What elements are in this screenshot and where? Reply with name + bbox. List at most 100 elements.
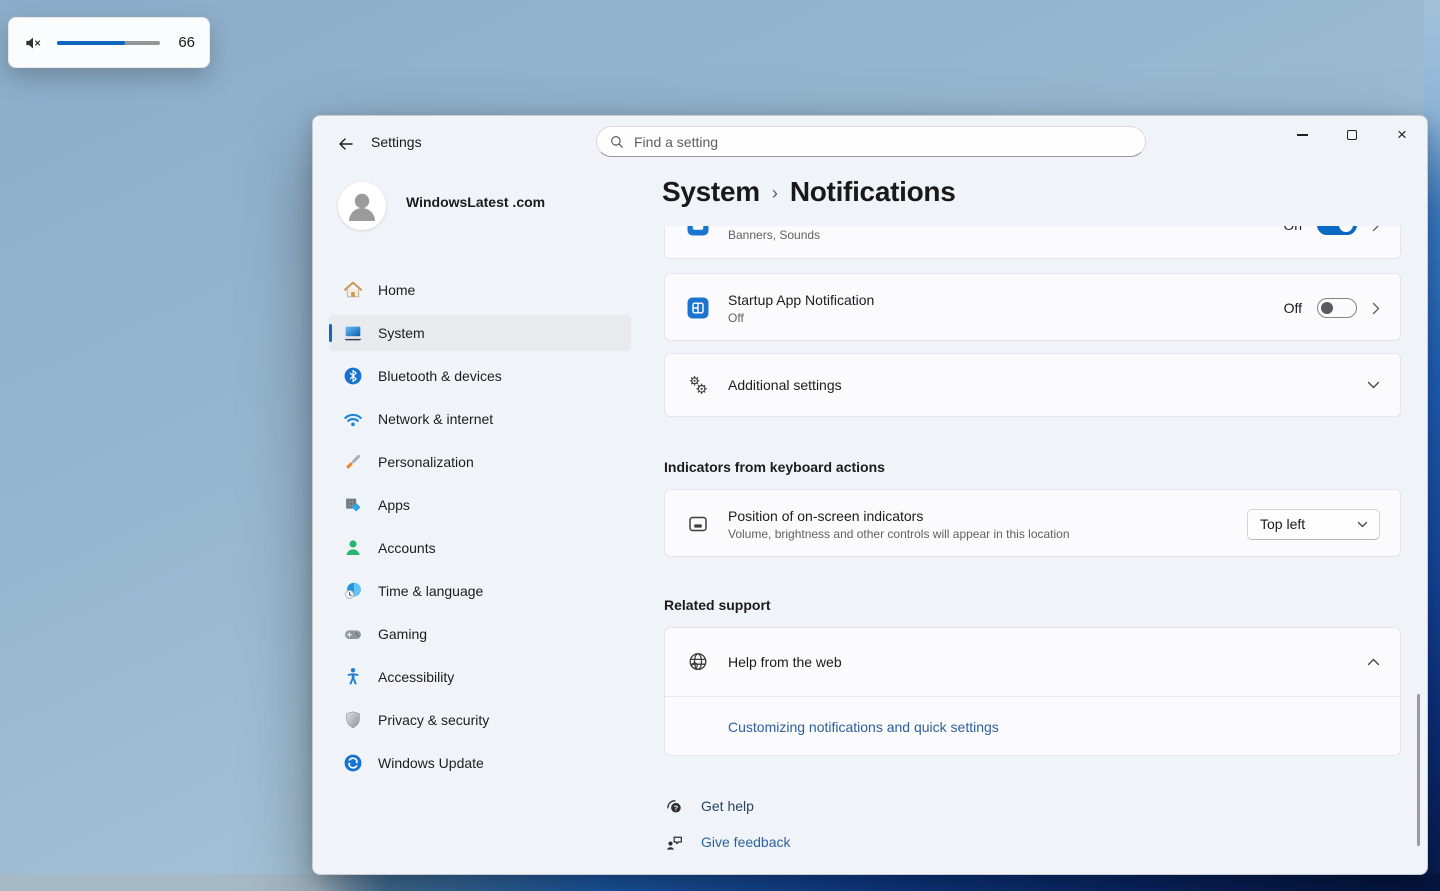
- sidebar-item-label: Personalization: [378, 454, 474, 470]
- sidebar-item-bluetooth-devices[interactable]: Bluetooth & devices: [329, 358, 631, 394]
- accounts-icon: [342, 537, 364, 559]
- privacy-security-icon: [342, 709, 364, 731]
- network-icon: [342, 408, 364, 430]
- personalization-icon: [342, 451, 364, 473]
- sidebar-item-label: Gaming: [378, 626, 427, 642]
- notifications-icon: [686, 226, 710, 237]
- volume-slider-fill: [57, 41, 125, 45]
- page-title: Notifications: [790, 176, 956, 208]
- chevron-down-icon: [1367, 381, 1380, 389]
- search-icon: [609, 134, 625, 150]
- position-indicators-row: Position of on-screen indicators Volume,…: [664, 489, 1401, 557]
- sidebar-item-windows-update[interactable]: Windows Update: [329, 745, 631, 781]
- startup-app-icon: [686, 296, 710, 320]
- give-feedback-icon: [664, 832, 685, 853]
- sidebar-item-label: Bluetooth & devices: [378, 368, 502, 384]
- notifications-toggle[interactable]: [1317, 226, 1357, 235]
- sidebar-item-label: Network & internet: [378, 411, 493, 427]
- vertical-scrollbar[interactable]: [1417, 694, 1420, 846]
- sidebar-item-personalization[interactable]: Personalization: [329, 444, 631, 480]
- globe-search-icon: [686, 650, 710, 674]
- close-button[interactable]: ×: [1379, 116, 1425, 154]
- startup-notification-toggle[interactable]: [1317, 298, 1357, 318]
- give-feedback-link[interactable]: Give feedback: [664, 829, 791, 855]
- chevron-down-icon: [1357, 521, 1368, 528]
- chevron-right-icon: [1372, 226, 1380, 232]
- help-from-web-expander: Help from the web Customizing notificati…: [664, 627, 1401, 756]
- toggle-knob: [1339, 226, 1353, 232]
- selection-accent-bar: [329, 324, 332, 342]
- help-link-customizing-notifications[interactable]: Customizing notifications and quick sett…: [728, 719, 999, 735]
- help-from-web-header[interactable]: Help from the web: [665, 628, 1400, 696]
- row-subtitle: Volume, brightness and other controls wi…: [728, 527, 1070, 541]
- toggle-state-label: On: [1283, 226, 1302, 233]
- sidebar-item-gaming[interactable]: Gaming: [329, 616, 631, 652]
- position-dropdown[interactable]: Top left: [1247, 509, 1380, 540]
- section-header-indicators: Indicators from keyboard actions: [664, 459, 885, 475]
- gears-icon: [686, 373, 710, 397]
- on-screen-indicator-icon: [686, 512, 710, 536]
- sidebar-item-label: Time & language: [378, 583, 483, 599]
- dropdown-value: Top left: [1260, 516, 1305, 532]
- row-subtitle: Banners, Sounds: [728, 228, 820, 242]
- gaming-icon: [342, 623, 364, 645]
- breadcrumb-parent[interactable]: System: [662, 176, 760, 208]
- toggle-state-label: Off: [1284, 300, 1302, 316]
- windows-update-icon: [342, 752, 364, 774]
- section-header-related-support: Related support: [664, 597, 771, 613]
- window-title: Settings: [371, 134, 422, 150]
- sidebar-item-accessibility[interactable]: Accessibility: [329, 659, 631, 695]
- sidebar-item-network-internet[interactable]: Network & internet: [329, 401, 631, 437]
- volume-value: 66: [173, 34, 195, 51]
- get-help-icon: ?: [664, 796, 685, 817]
- sidebar-item-time-language[interactable]: Time & language: [329, 573, 631, 609]
- notifications-toggle-card[interactable]: Banners, Sounds On: [664, 226, 1401, 259]
- time-language-icon: [342, 580, 364, 602]
- bluetooth-icon: [342, 365, 364, 387]
- user-name: WindowsLatest .com: [406, 194, 545, 210]
- back-button[interactable]: [331, 131, 361, 157]
- volume-osd-flyout: 66: [8, 17, 210, 68]
- sidebar-item-apps[interactable]: Apps: [329, 487, 631, 523]
- get-help-link[interactable]: ? Get help: [664, 793, 754, 819]
- get-help-label: Get help: [701, 798, 754, 814]
- additional-settings-expander[interactable]: Additional settings: [664, 353, 1401, 417]
- volume-slider: [57, 41, 160, 45]
- maximize-button[interactable]: [1329, 116, 1375, 154]
- sidebar-item-label: Home: [378, 282, 415, 298]
- sidebar-item-label: Apps: [378, 497, 410, 513]
- volume-muted-icon: [23, 33, 43, 53]
- sidebar-item-label: Windows Update: [378, 755, 484, 771]
- desktop: 66 Settings × WindowsLatest .com Home: [0, 0, 1440, 891]
- toggle-knob: [1321, 302, 1333, 314]
- chevron-up-icon: [1367, 658, 1380, 666]
- arrow-left-icon: [338, 136, 354, 152]
- svg-text:?: ?: [674, 803, 679, 812]
- chevron-right-icon: [1372, 302, 1380, 315]
- user-silhouette-icon: [338, 182, 386, 230]
- row-title: Help from the web: [728, 654, 842, 670]
- chevron-right-icon: ›: [772, 180, 778, 204]
- search-input[interactable]: [634, 134, 1133, 150]
- breadcrumb: System › Notifications: [662, 176, 956, 208]
- avatar[interactable]: [338, 182, 386, 230]
- maximize-icon: [1347, 130, 1357, 140]
- close-icon: ×: [1397, 125, 1407, 145]
- sidebar-item-system[interactable]: System: [329, 315, 631, 351]
- sidebar-item-accounts[interactable]: Accounts: [329, 530, 631, 566]
- home-icon: [342, 279, 364, 301]
- startup-app-notification-row[interactable]: Startup App Notification Off Off: [664, 273, 1401, 341]
- sidebar-item-label: Accessibility: [378, 669, 454, 685]
- sidebar-item-home[interactable]: Home: [329, 272, 631, 308]
- minimize-button[interactable]: [1279, 116, 1325, 154]
- sidebar-item-label: Privacy & security: [378, 712, 489, 728]
- search-box[interactable]: [596, 126, 1146, 157]
- sidebar-item-privacy-security[interactable]: Privacy & security: [329, 702, 631, 738]
- give-feedback-label: Give feedback: [701, 834, 791, 850]
- minimize-icon: [1297, 134, 1308, 135]
- system-icon: [342, 322, 364, 344]
- row-title: Position of on-screen indicators: [728, 508, 1070, 524]
- apps-icon: [342, 494, 364, 516]
- row-title: Startup App Notification: [728, 292, 874, 308]
- row-title: Additional settings: [728, 377, 842, 393]
